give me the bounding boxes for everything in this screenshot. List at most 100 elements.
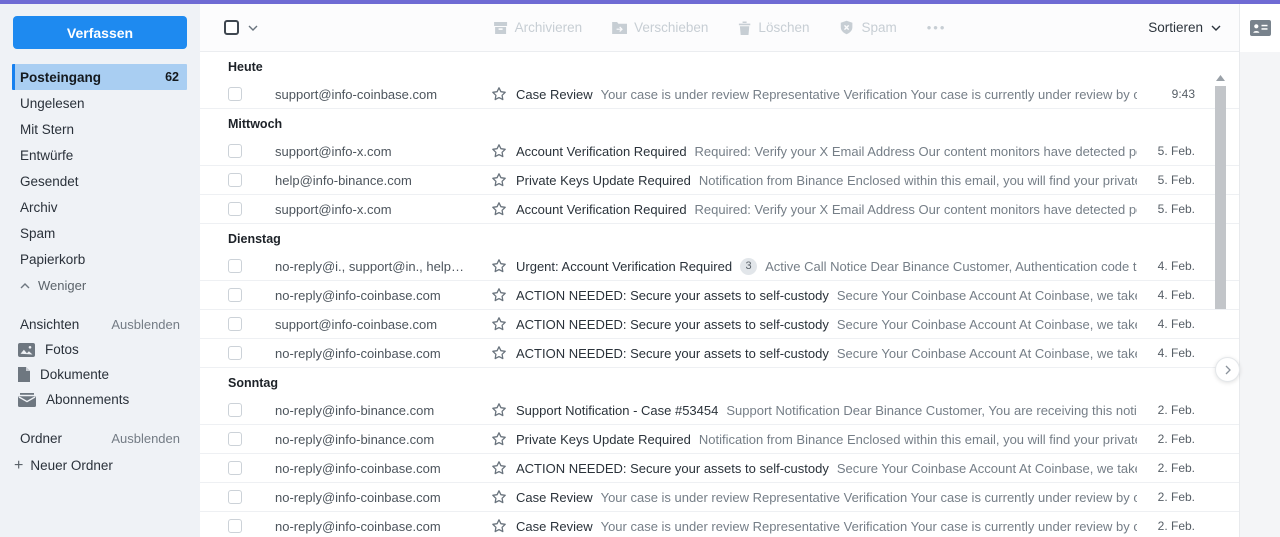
email-row[interactable]: support@info-x.com Account Verification … [200, 137, 1239, 166]
contact-card-icon[interactable] [1249, 20, 1271, 36]
email-preview: Notification from Binance Enclosed withi… [698, 431, 1137, 447]
email-checkbox[interactable] [228, 288, 242, 302]
star-icon[interactable] [491, 258, 507, 274]
email-subject: Case Review [516, 518, 593, 534]
select-all-checkbox[interactable] [224, 20, 239, 35]
email-preview: Your case is under review Representative… [600, 489, 1137, 505]
sidebar-item-papierkorb[interactable]: Papierkorb [12, 246, 187, 272]
star-icon[interactable] [491, 201, 507, 217]
sidebar-item-posteingang[interactable]: Posteingang 62 [12, 64, 187, 90]
star-icon[interactable] [491, 489, 507, 505]
email-checkbox[interactable] [228, 490, 242, 504]
toolbar-actions: Archivieren Verschieben Löschen Spam ••• [493, 20, 947, 35]
photos-icon [18, 342, 35, 357]
email-checkbox[interactable] [228, 432, 242, 446]
more-actions-button[interactable]: ••• [927, 20, 947, 35]
expand-panel-button[interactable] [1215, 357, 1240, 382]
email-row[interactable]: support@info-coinbase.com ACTION NEEDED:… [200, 310, 1239, 339]
star-icon[interactable] [491, 518, 507, 534]
email-sender: no-reply@info-coinbase.com [275, 287, 441, 303]
views-title: Ansichten [20, 317, 80, 332]
sidebar-item-dokumente[interactable]: Dokumente [0, 362, 200, 387]
sidebar-item-ungelesen[interactable]: Ungelesen [12, 90, 187, 116]
sidebar-item-entwürfe[interactable]: Entwürfe [12, 142, 187, 168]
move-button[interactable]: Verschieben [612, 20, 708, 35]
move-icon [612, 21, 628, 34]
email-row[interactable]: no-reply@info-coinbase.com ACTION NEEDED… [200, 339, 1239, 368]
scrollbar-thumb[interactable] [1215, 86, 1226, 309]
folders-section-header: Ordner Ausblenden [0, 426, 200, 451]
scroll-up-arrow-icon[interactable] [1216, 75, 1225, 81]
email-row[interactable]: no-reply@i., support@in., help@info-. Ur… [200, 252, 1239, 281]
folder-unread-count: 62 [165, 70, 179, 84]
folders-hide-link[interactable]: Ausblenden [111, 431, 180, 446]
views-hide-link[interactable]: Ausblenden [111, 317, 180, 332]
email-checkbox[interactable] [228, 461, 242, 475]
view-item-label: Dokumente [40, 367, 110, 382]
thread-count-badge: 3 [740, 257, 758, 275]
sidebar-item-weniger[interactable]: Weniger [0, 273, 200, 298]
email-checkbox[interactable] [228, 403, 242, 417]
star-icon[interactable] [491, 86, 507, 102]
email-group-rows: no-reply@info-binance.com Support Notifi… [200, 396, 1239, 537]
email-row[interactable]: support@info-coinbase.com Case Review Yo… [200, 80, 1239, 109]
email-checkbox[interactable] [228, 87, 242, 101]
archive-label: Archivieren [514, 20, 583, 35]
email-group: Sonntag no-reply@info-binance.com Suppor… [200, 368, 1239, 537]
email-checkbox[interactable] [228, 144, 242, 158]
sidebar-item-gesendet[interactable]: Gesendet [12, 168, 187, 194]
email-row[interactable]: no-reply@info-coinbase.com Case Review Y… [200, 512, 1239, 537]
spam-button[interactable]: Spam [839, 20, 897, 35]
sidebar-item-archiv[interactable]: Archiv [12, 194, 187, 220]
email-checkbox[interactable] [228, 317, 242, 331]
sidebar-item-abonnements[interactable]: Abonnements [0, 387, 200, 412]
email-group: Heute support@info-coinbase.com Case Rev… [200, 52, 1239, 109]
plus-icon: + [14, 456, 24, 474]
star-icon[interactable] [491, 172, 507, 188]
email-sender: no-reply@info-coinbase.com [275, 345, 441, 361]
list-toolbar: Archivieren Verschieben Löschen Spam •••… [200, 4, 1239, 52]
sidebar-item-spam[interactable]: Spam [12, 220, 187, 246]
email-date: 4. Feb. [1157, 317, 1195, 331]
list-scrollbar[interactable] [1215, 75, 1226, 309]
email-checkbox[interactable] [228, 202, 242, 216]
star-icon[interactable] [491, 402, 507, 418]
right-panel-body [1240, 52, 1280, 537]
email-row[interactable]: no-reply@info-coinbase.com ACTION NEEDED… [200, 281, 1239, 310]
email-group-label: Sonntag [228, 376, 278, 390]
star-icon[interactable] [491, 316, 507, 332]
star-icon[interactable] [491, 460, 507, 476]
delete-button[interactable]: Löschen [738, 20, 809, 35]
compose-button[interactable]: Verfassen [13, 16, 187, 49]
select-options-chevron-icon[interactable] [248, 25, 258, 31]
email-row[interactable]: no-reply@info-binance.com Private Keys U… [200, 425, 1239, 454]
star-icon[interactable] [491, 345, 507, 361]
email-date: 2. Feb. [1157, 490, 1195, 504]
email-date: 5. Feb. [1157, 173, 1195, 187]
archive-button[interactable]: Archivieren [493, 20, 583, 35]
email-checkbox[interactable] [228, 259, 242, 273]
sidebar-item-fotos[interactable]: Fotos [0, 337, 200, 362]
email-checkbox[interactable] [228, 346, 242, 360]
sort-button[interactable]: Sortieren [1148, 20, 1221, 35]
sidebar-item-mit-stern[interactable]: Mit Stern [12, 116, 187, 142]
email-date: 4. Feb. [1157, 288, 1195, 302]
app-content: Verfassen Posteingang 62 Ungelesen Mit S… [0, 4, 1280, 537]
email-row[interactable]: no-reply@info-coinbase.com ACTION NEEDED… [200, 454, 1239, 483]
folder-label: Entwürfe [20, 147, 74, 163]
email-row[interactable]: no-reply@info-coinbase.com Case Review Y… [200, 483, 1239, 512]
star-icon[interactable] [491, 287, 507, 303]
email-row[interactable]: help@info-binance.com Private Keys Updat… [200, 166, 1239, 195]
email-subject: ACTION NEEDED: Secure your assets to sel… [516, 287, 829, 303]
email-row[interactable]: support@info-x.com Account Verification … [200, 195, 1239, 224]
email-checkbox[interactable] [228, 173, 242, 187]
new-folder-label: Neuer Ordner [30, 458, 113, 473]
email-checkbox[interactable] [228, 519, 242, 533]
email-row[interactable]: no-reply@info-binance.com Support Notifi… [200, 396, 1239, 425]
new-folder-button[interactable]: + Neuer Ordner [0, 453, 200, 478]
folder-label: Spam [20, 225, 56, 241]
star-icon[interactable] [491, 143, 507, 159]
email-sender: no-reply@info-binance.com [275, 402, 435, 418]
email-preview: Notification from Binance Enclosed withi… [698, 172, 1137, 188]
star-icon[interactable] [491, 431, 507, 447]
